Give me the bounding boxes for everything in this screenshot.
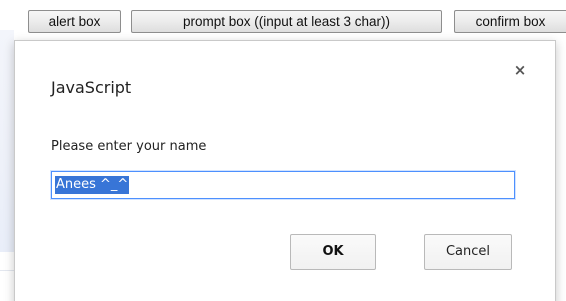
confirm-box-button[interactable]: confirm box <box>454 10 566 33</box>
name-input[interactable]: Anees ^_^ <box>51 171 515 199</box>
alert-box-button[interactable]: alert box <box>28 10 121 33</box>
close-icon[interactable]: × <box>513 63 527 78</box>
prompt-box-button[interactable]: prompt box ((input at least 3 char)) <box>131 10 442 33</box>
ok-button[interactable]: OK <box>290 234 376 270</box>
page-background-panel <box>0 30 14 252</box>
dialog-message: Please enter your name <box>51 139 207 154</box>
page-divider <box>0 270 14 271</box>
dialog-title: JavaScript <box>51 78 132 97</box>
cancel-button[interactable]: Cancel <box>424 234 512 270</box>
prompt-dialog: JavaScript × Please enter your name Anee… <box>14 40 556 301</box>
input-selected-text: Anees ^_^ <box>55 176 130 194</box>
browser-page: alert box prompt box ((input at least 3 … <box>0 0 566 301</box>
